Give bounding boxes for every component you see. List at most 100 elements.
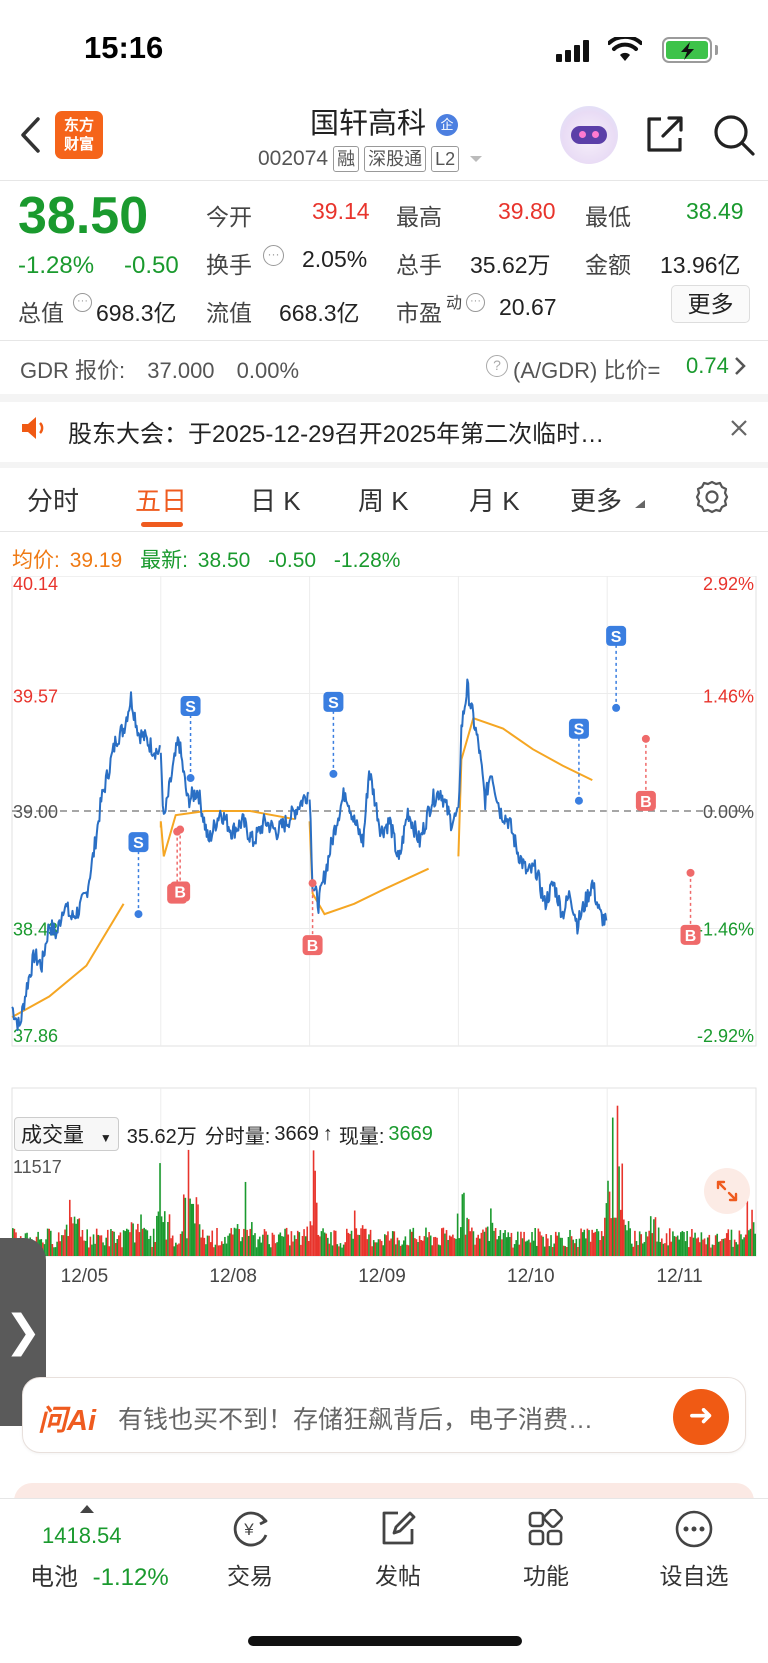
trade-mark-label: B	[307, 938, 319, 955]
info-icon[interactable]: ···	[73, 293, 92, 312]
volume-bar	[384, 1234, 386, 1256]
volume-bar	[624, 1224, 627, 1256]
volume-bar	[102, 1242, 104, 1256]
volume-bar	[108, 1246, 111, 1256]
volume-bar	[135, 1229, 138, 1256]
volume-bar	[84, 1240, 87, 1256]
tab-more[interactable]: 更多	[570, 481, 622, 518]
volume-bar	[689, 1236, 692, 1256]
volume-bar	[170, 1238, 172, 1256]
triangle-down-icon	[635, 500, 645, 508]
nav-functions[interactable]: 功能	[491, 1557, 601, 1591]
date-label: 12/10	[507, 1266, 555, 1287]
volume-bar	[279, 1232, 282, 1256]
volume-bar	[103, 1245, 106, 1256]
volume-bar	[146, 1230, 149, 1256]
chevron-right-icon[interactable]	[734, 356, 746, 376]
volume-bar	[265, 1231, 267, 1256]
tab-daily-k[interactable]: 日 K	[250, 481, 301, 518]
volume-bar	[182, 1194, 185, 1256]
volume-bar	[122, 1230, 125, 1256]
volume-bar	[629, 1228, 631, 1256]
search-icon[interactable]	[712, 113, 756, 157]
volume-bar	[57, 1232, 60, 1256]
trade-mark-dot	[641, 734, 650, 743]
volume-bar	[450, 1236, 453, 1256]
volume-bar	[396, 1237, 399, 1256]
volume-bar	[638, 1231, 641, 1256]
more-button[interactable]: 更多	[671, 285, 750, 323]
volume-bar	[148, 1238, 150, 1256]
volume-bar	[551, 1247, 554, 1256]
tab-weekly-k[interactable]: 周 K	[358, 481, 409, 518]
volume-bar	[219, 1245, 221, 1256]
volume-bar	[379, 1239, 381, 1256]
volume-bar	[635, 1241, 638, 1256]
volume-bar	[425, 1227, 427, 1256]
index-pct: -1.12%	[92, 1564, 169, 1591]
robot-eye	[579, 131, 586, 138]
volume-bar	[444, 1233, 446, 1256]
volume-bar	[314, 1170, 316, 1256]
volume-bar	[73, 1216, 76, 1256]
volume-bar	[659, 1241, 662, 1256]
volume-bar	[92, 1234, 95, 1256]
settings-icon[interactable]	[695, 480, 729, 514]
volume-bar	[338, 1246, 340, 1256]
volume-bar	[171, 1235, 174, 1256]
volume-bar	[195, 1197, 198, 1256]
mktcap-value: 698.3亿	[96, 300, 177, 326]
volume-bar	[437, 1244, 440, 1256]
open-label: 今开	[206, 204, 252, 230]
volume-bar	[675, 1236, 677, 1256]
tab-monthly-k[interactable]: 月 K	[469, 481, 520, 518]
volume-bar	[670, 1241, 673, 1256]
volume-bar	[632, 1246, 635, 1256]
volume-dropdown[interactable]: 成交量 ▼	[14, 1117, 119, 1151]
share-icon[interactable]	[644, 113, 686, 155]
volume-bar	[537, 1228, 540, 1256]
volume-bar	[236, 1224, 239, 1256]
tab-intraday[interactable]: 分时	[27, 481, 79, 518]
volume-bar	[520, 1231, 522, 1256]
y-label-left: 37.86	[13, 1026, 58, 1046]
volume-bar	[410, 1231, 413, 1256]
volume-bar	[401, 1244, 404, 1256]
volume-bar	[515, 1240, 517, 1256]
expand-button[interactable]	[704, 1168, 750, 1214]
volume-bar	[716, 1233, 719, 1256]
index-value: 1418.54	[42, 1523, 122, 1548]
nav-post[interactable]: 发帖	[343, 1557, 453, 1591]
volume-bar	[594, 1231, 597, 1256]
nav-trade[interactable]: 交易	[195, 1557, 305, 1591]
volume-bar	[732, 1246, 734, 1256]
volume-bar	[467, 1219, 470, 1256]
volume-bar	[61, 1235, 63, 1256]
volume-bar	[406, 1244, 408, 1256]
volume-bar	[569, 1229, 571, 1256]
info-icon[interactable]: ···	[466, 293, 485, 312]
stock-subline[interactable]: 002074 融 深股通 L2	[258, 146, 484, 172]
pct-change: -1.28%	[18, 252, 95, 279]
volume-bar	[687, 1247, 690, 1256]
volume-bar	[699, 1242, 701, 1256]
ai-go-button[interactable]: ➜	[673, 1389, 729, 1445]
five-day-chart[interactable]: 40.1439.5739.0038.4337.862.92%1.46%0.00%…	[0, 576, 768, 1366]
info-icon[interactable]: ···	[263, 245, 284, 266]
index-ticker[interactable]: 电池 -1.12%	[30, 1557, 169, 1592]
volume-bar	[54, 1247, 57, 1256]
trade-mark-label: B	[174, 885, 186, 902]
ai-logo: 问Ai	[38, 1405, 97, 1437]
close-icon[interactable]	[730, 419, 748, 437]
gdr-divider	[0, 394, 768, 402]
volume-bar	[475, 1237, 478, 1256]
battery-icon	[662, 37, 712, 63]
trade-mark-dot	[134, 910, 143, 919]
tab-five-day[interactable]: 五日	[135, 481, 187, 518]
nav-add-watchlist[interactable]: 设自选	[639, 1557, 749, 1591]
volume-bar	[572, 1239, 574, 1256]
help-icon[interactable]: ?	[486, 355, 508, 377]
volume-bar	[589, 1241, 592, 1256]
robot-avatar[interactable]	[560, 106, 618, 164]
volume-bar	[235, 1228, 237, 1256]
